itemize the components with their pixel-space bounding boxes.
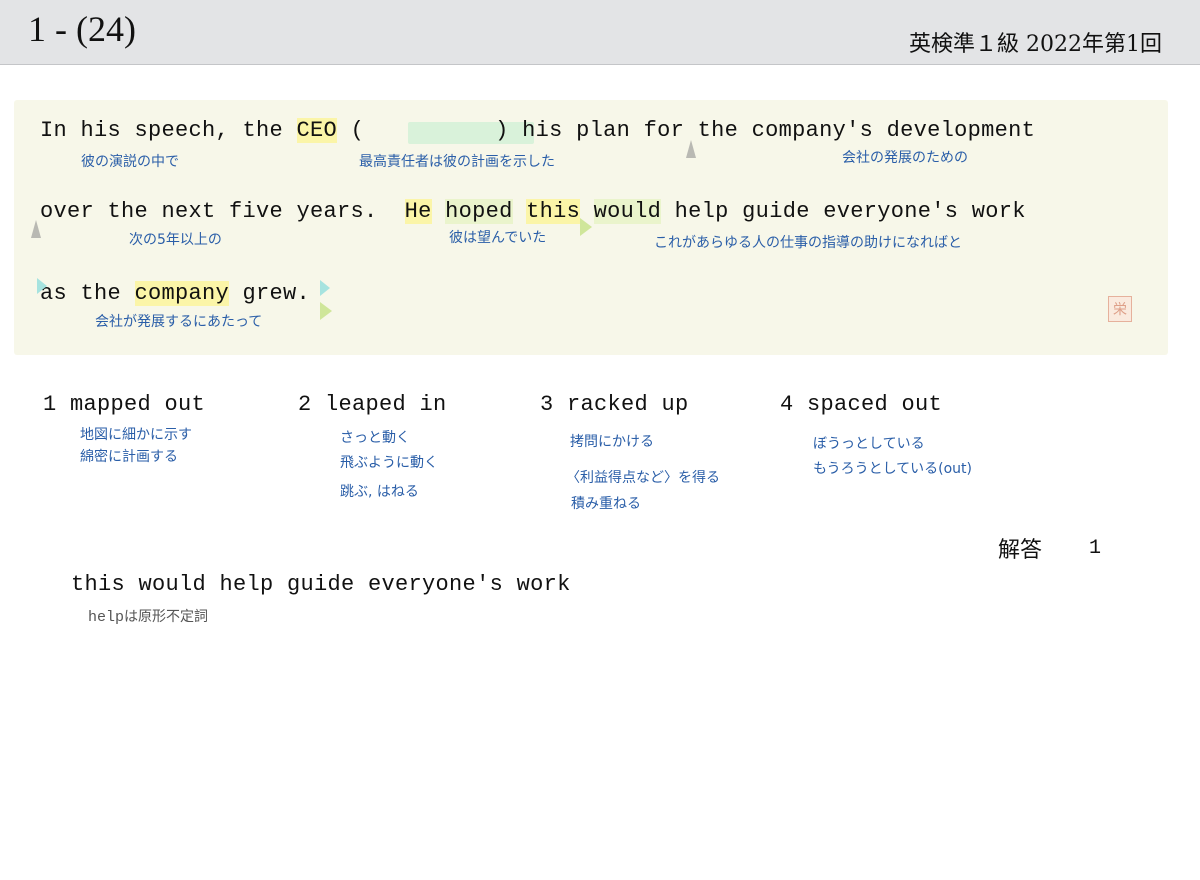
marker-triangle-icon [37,278,47,294]
option-number: 1 [43,392,57,417]
question-number: 1 - (24) [28,9,136,49]
sentence-text: ) his plan for the company's development [495,118,1036,143]
sentence-line-1: In his speech, the CEO ( ) his plan for t… [40,118,1035,143]
grammar-note: helpは原形不定詞 [88,606,208,626]
option-2-gloss: さっと動く [340,430,410,446]
sentence-text: help guide everyone's work [661,199,1026,224]
option-number: 4 [780,392,794,417]
header-bar: 1 - (24) 英検準１級 2022年第1回 [0,0,1200,65]
marker-triangle-icon [320,302,332,320]
option-1-gloss: 地図に細かに示す [80,427,192,443]
option-number: 2 [298,392,312,417]
seal-stamp-icon: 栄 [1108,296,1132,322]
sentence-text: In his speech, the [40,118,297,143]
gloss-in-his-speech: 彼の演説の中で [81,154,179,170]
gloss-he-hoped: 彼は望んでいた [449,230,547,246]
sentence-text: ( [337,118,365,143]
option-3[interactable]: 3 racked up [540,392,689,417]
grammar-note-text: は原形不定詞 [124,609,209,625]
marker-triangle-icon [580,218,592,236]
option-2-gloss: 跳ぶ, はねる [340,484,419,500]
sentence-text [432,199,446,224]
option-2-gloss: 飛ぶように動く [340,455,438,471]
option-3-gloss: 積み重ねる [571,496,641,512]
answer-label: 解答 [998,538,1043,563]
grammar-phrase: this would help guide everyone's work [71,572,571,597]
option-text: spaced out [807,392,943,417]
gloss-company-dev: 会社の発展のための [842,150,968,166]
sentence-text: over the next five years. [40,199,405,224]
gloss-company-grew: 会社が発展するにあたって [95,314,263,330]
highlight-he: He [404,199,432,224]
option-4[interactable]: 4 spaced out [780,392,942,417]
option-2[interactable]: 2 leaped in [298,392,447,417]
sentence-text [513,199,527,224]
option-3-gloss: 拷問にかける [570,434,654,450]
gloss-guide-work: これがあらゆる人の仕事の指導の助けになればと [654,235,962,251]
sentence-text: as the [40,281,135,306]
exam-label: 英検準１級 2022年第1回 [909,32,1162,57]
highlight-this: this [526,199,581,224]
sentence-text: grew. [229,281,311,306]
option-1-gloss: 綿密に計画する [80,449,178,465]
marker-triangle-icon [31,220,41,238]
option-4-gloss: ぼうっとしている [813,436,925,452]
highlight-would: would [593,199,662,224]
answer-value: 1 [1089,537,1102,560]
option-text: racked up [567,392,689,417]
grammar-note-keyword: help [88,609,125,626]
sentence-line-3: as the company grew. [40,281,310,306]
marker-triangle-icon [686,140,696,158]
highlight-hoped: hoped [445,199,513,224]
option-3-gloss: 〈利益得点など〉を得る [566,470,720,486]
option-number: 3 [540,392,554,417]
gloss-next-five: 次の5年以上の [129,232,222,248]
option-text: leaped in [325,392,447,417]
option-1[interactable]: 1 mapped out [43,392,205,417]
gloss-ceo-showed: 最高責任者は彼の計画を示した [359,154,555,170]
highlight-company: company [134,281,230,306]
option-4-gloss: もうろうとしている(out) [813,461,973,477]
option-text: mapped out [70,392,206,417]
sentence-line-2: over the next five years. He hoped this … [40,199,1026,224]
marker-triangle-icon [320,280,330,296]
highlight-ceo: CEO [296,118,338,143]
